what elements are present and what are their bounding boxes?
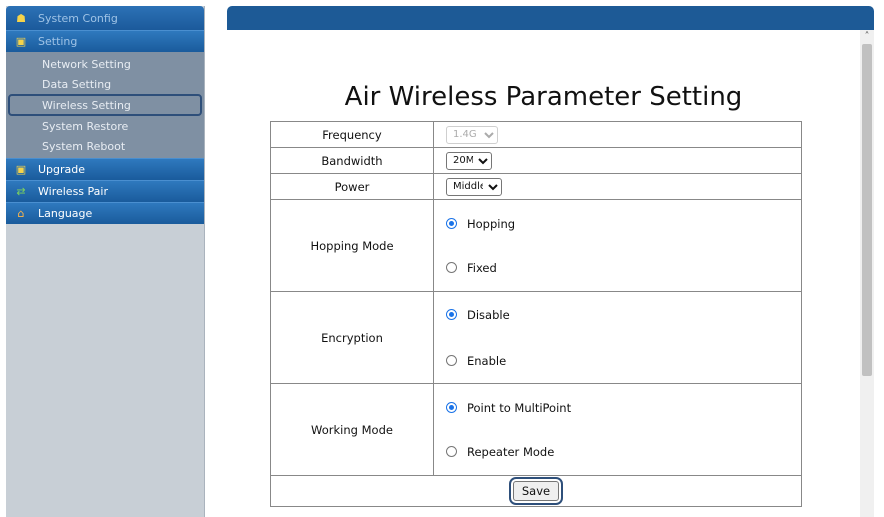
hopping-mode-cell: Hopping Fixed: [433, 199, 802, 292]
table-row: Bandwidth 20M: [270, 147, 802, 174]
fixed-radio[interactable]: [446, 262, 457, 273]
hopping-mode-label: Hopping Mode: [270, 199, 434, 292]
sidebar-setting-submenu: Network Setting Data Setting Wireless Se…: [6, 52, 204, 158]
sidebar: ☗ System Config ▣ Setting Network Settin…: [6, 6, 205, 517]
table-row: Working Mode Point to MultiPoint Repeate…: [270, 383, 802, 476]
disable-radio[interactable]: [446, 309, 457, 320]
sidebar-section-wireless-pair-label: Wireless Pair: [38, 185, 108, 198]
sidebar-section-language[interactable]: ⌂ Language: [6, 202, 204, 224]
main-panel: ˄ Air Wireless Parameter Setting Frequen…: [227, 6, 874, 517]
hopping-option-label: Hopping: [467, 216, 516, 231]
point-to-multipoint-option-label: Point to MultiPoint: [467, 400, 572, 415]
sidebar-section-wireless-pair[interactable]: ⇄ Wireless Pair: [6, 180, 204, 202]
frequency-cell: 1.4G: [433, 121, 802, 148]
table-row: Encryption Disable Enable: [270, 291, 802, 384]
sidebar-section-setting-label: Setting: [38, 35, 78, 48]
sidebar-section-upgrade-label: Upgrade: [38, 163, 86, 176]
table-row: Power Middle: [270, 173, 802, 200]
table-row: Frequency 1.4G: [270, 121, 802, 148]
upgrade-icon: ▣: [15, 163, 27, 176]
working-mode-label: Working Mode: [270, 383, 434, 476]
vertical-scrollbar[interactable]: ˄: [860, 30, 874, 517]
power-cell: Middle: [433, 173, 802, 200]
monitor-icon: ▣: [15, 35, 27, 48]
repeater-mode-option-label: Repeater Mode: [467, 444, 555, 459]
sidebar-section-language-label: Language: [38, 207, 93, 220]
fixed-option-row[interactable]: Fixed: [446, 257, 800, 279]
repeater-mode-option-row[interactable]: Repeater Mode: [446, 441, 800, 463]
power-select[interactable]: Middle: [446, 177, 502, 196]
sidebar-section-upgrade[interactable]: ▣ Upgrade: [6, 158, 204, 180]
enable-radio[interactable]: [446, 355, 457, 366]
sidebar-item-system-restore[interactable]: System Restore: [6, 116, 204, 136]
power-label: Power: [270, 173, 434, 200]
working-mode-cell: Point to MultiPoint Repeater Mode: [433, 383, 802, 476]
table-row: Hopping Mode Hopping Fixed: [270, 199, 802, 292]
save-button[interactable]: Save: [508, 477, 564, 505]
sidebar-item-data-setting[interactable]: Data Setting: [6, 74, 204, 94]
bandwidth-cell: 20M: [433, 147, 802, 174]
save-cell: Save: [270, 475, 802, 507]
encryption-label: Encryption: [270, 291, 434, 384]
disable-option-row[interactable]: Disable: [446, 304, 800, 326]
hopping-radio[interactable]: [446, 218, 457, 229]
frequency-label: Frequency: [270, 121, 434, 148]
disable-option-label: Disable: [467, 307, 510, 322]
table-row: Save: [270, 475, 802, 507]
sidebar-item-network-setting[interactable]: Network Setting: [6, 54, 204, 74]
point-to-multipoint-radio[interactable]: [446, 402, 457, 413]
sidebar-item-wireless-setting[interactable]: Wireless Setting: [8, 94, 202, 116]
home-icon: ⌂: [17, 207, 25, 220]
wireless-settings-table: Frequency 1.4G Bandwidth 20M Power Middl…: [270, 121, 802, 507]
scroll-thumb[interactable]: [862, 44, 872, 376]
pair-icon: ⇄: [16, 185, 26, 198]
sidebar-item-system-reboot[interactable]: System Reboot: [6, 136, 204, 156]
enable-option-row[interactable]: Enable: [446, 350, 800, 372]
fixed-option-label: Fixed: [467, 260, 497, 275]
sidebar-header-label: System Config: [38, 11, 118, 25]
network-config-icon: ☗: [16, 11, 26, 25]
frequency-select[interactable]: 1.4G: [446, 125, 498, 144]
bandwidth-select[interactable]: 20M: [446, 151, 492, 170]
sidebar-section-setting[interactable]: ▣ Setting: [6, 30, 204, 52]
main-topbar: [227, 6, 874, 30]
scroll-up-arrow-icon[interactable]: ˄: [862, 32, 872, 42]
repeater-mode-radio[interactable]: [446, 446, 457, 457]
encryption-cell: Disable Enable: [433, 291, 802, 384]
hopping-option-row[interactable]: Hopping: [446, 213, 800, 235]
enable-option-label: Enable: [467, 353, 507, 368]
page-title: Air Wireless Parameter Setting: [344, 82, 743, 112]
point-to-multipoint-option-row[interactable]: Point to MultiPoint: [446, 397, 800, 419]
bandwidth-label: Bandwidth: [270, 147, 434, 174]
sidebar-header[interactable]: ☗ System Config: [6, 6, 204, 30]
